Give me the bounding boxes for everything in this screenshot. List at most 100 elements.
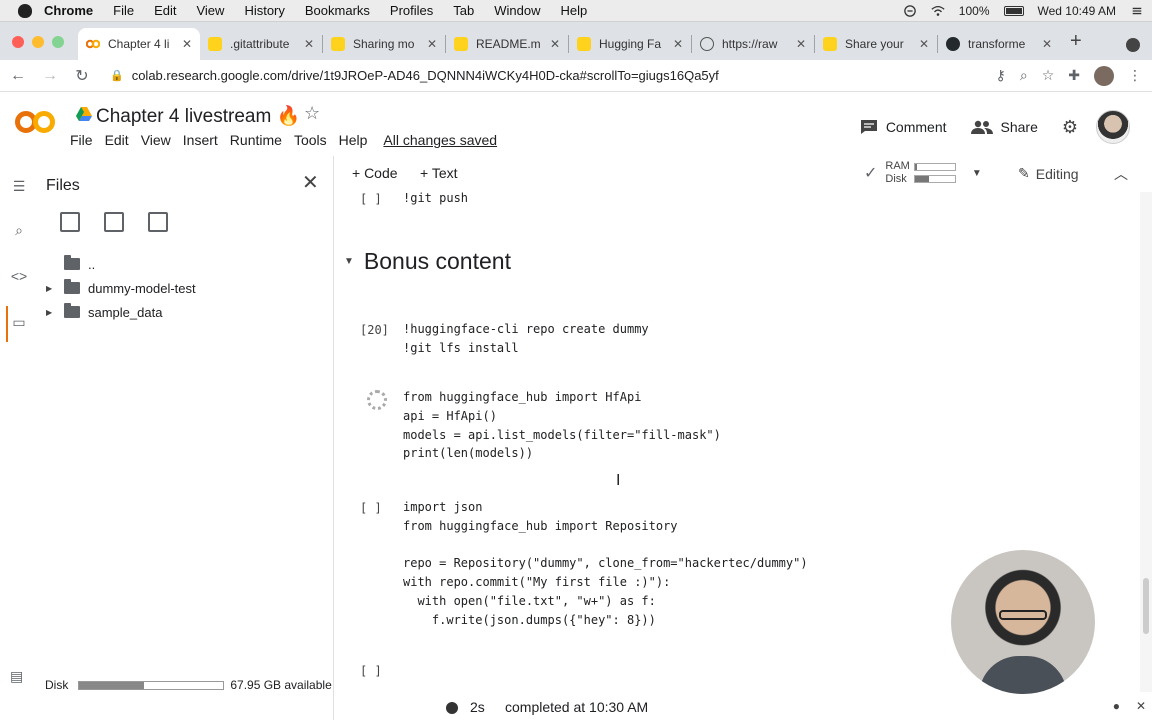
tree-item-parent[interactable]: .. bbox=[46, 252, 196, 276]
menu-edit[interactable]: Edit bbox=[105, 132, 129, 148]
cell-prompt[interactable]: [ ] bbox=[360, 192, 394, 206]
menu-runtime[interactable]: Runtime bbox=[230, 132, 282, 148]
lock-icon[interactable]: 🔒 bbox=[110, 69, 124, 82]
running-spinner-icon[interactable] bbox=[367, 390, 387, 410]
tab-raw-url[interactable]: https://raw ✕ bbox=[692, 28, 814, 60]
url-field[interactable]: colab.research.google.com/drive/1t9JROeP… bbox=[132, 68, 996, 83]
profile-avatar[interactable] bbox=[1094, 65, 1114, 86]
key-icon[interactable]: ⚷ bbox=[996, 67, 1006, 84]
tab-sharing-models[interactable]: Sharing mo ✕ bbox=[323, 28, 445, 60]
toc-icon[interactable]: ☰ bbox=[10, 178, 28, 195]
notebook-scrollbar[interactable] bbox=[1140, 192, 1152, 692]
refresh-folder-icon[interactable] bbox=[104, 212, 124, 232]
add-text-button[interactable]: + Text bbox=[420, 165, 458, 181]
cell-prompt[interactable]: [20] bbox=[360, 323, 394, 337]
menubar-item-bookmarks[interactable]: Bookmarks bbox=[305, 3, 370, 18]
section-header[interactable]: ▼ Bonus content bbox=[344, 248, 511, 275]
zoom-window-button[interactable] bbox=[52, 36, 64, 48]
menubar-item-edit[interactable]: Edit bbox=[154, 3, 176, 18]
menubar-item-tab[interactable]: Tab bbox=[453, 3, 474, 18]
battery-icon[interactable] bbox=[1003, 6, 1024, 16]
bookmark-star-icon[interactable]: ☆ bbox=[1042, 67, 1055, 84]
close-icon[interactable]: ✕ bbox=[302, 170, 319, 195]
menu-insert[interactable]: Insert bbox=[183, 132, 218, 148]
comment-button[interactable]: Comment bbox=[860, 119, 947, 135]
add-code-button[interactable]: + Code bbox=[352, 165, 398, 181]
chevron-up-icon[interactable]: ︿ bbox=[1114, 164, 1128, 184]
tab-gitattributes[interactable]: .gitattribute ✕ bbox=[200, 28, 322, 60]
close-icon[interactable]: ✕ bbox=[796, 37, 806, 51]
menubar-app[interactable]: Chrome bbox=[44, 3, 93, 18]
tab-search-icon[interactable] bbox=[1126, 38, 1140, 52]
execution-status[interactable]: completed at 10:30 AM bbox=[505, 699, 648, 715]
close-icon[interactable]: ✕ bbox=[919, 37, 929, 51]
menubar-item-help[interactable]: Help bbox=[561, 3, 588, 18]
cell-prompt[interactable]: [ ] bbox=[360, 664, 394, 678]
terminal-icon[interactable]: ▤ bbox=[10, 668, 23, 685]
menu-view[interactable]: View bbox=[141, 132, 171, 148]
menubar-item-window[interactable]: Window bbox=[494, 3, 540, 18]
notebook-title[interactable]: Chapter 4 livestream 🔥 bbox=[96, 104, 300, 128]
chevron-down-icon[interactable]: ▼ bbox=[972, 168, 982, 179]
star-icon[interactable]: ☆ bbox=[304, 103, 320, 124]
tab-hugging-face[interactable]: Hugging Fa ✕ bbox=[569, 28, 691, 60]
tab-share-your[interactable]: Share your ✕ bbox=[815, 28, 937, 60]
browser-menu-icon[interactable]: ⋮ bbox=[1128, 67, 1142, 84]
minimize-window-button[interactable] bbox=[32, 36, 44, 48]
save-status-link[interactable]: All changes saved bbox=[383, 132, 497, 148]
wifi-icon[interactable] bbox=[931, 5, 945, 17]
extensions-icon[interactable]: ✚ bbox=[1068, 67, 1080, 84]
close-icon[interactable]: ✕ bbox=[550, 37, 560, 51]
menubar-item-view[interactable]: View bbox=[196, 3, 224, 18]
mount-drive-icon[interactable] bbox=[148, 212, 168, 232]
close-icon[interactable]: ✕ bbox=[427, 37, 437, 51]
gear-icon[interactable]: ⚙ bbox=[1062, 117, 1078, 138]
google-drive-icon[interactable] bbox=[76, 107, 92, 121]
folder-icon[interactable]: ▭ bbox=[10, 314, 28, 331]
control-center-icon[interactable] bbox=[1130, 5, 1144, 17]
search-icon[interactable]: ⌕ bbox=[10, 222, 28, 239]
account-avatar[interactable] bbox=[1096, 110, 1130, 144]
editing-mode-button[interactable]: ✎ Editing bbox=[1018, 165, 1079, 182]
close-icon[interactable]: ✕ bbox=[1136, 699, 1146, 713]
tree-item-sample-data[interactable]: ▶ sample_data bbox=[46, 300, 196, 324]
cell-code[interactable]: !huggingface-cli repo create dummy !git … bbox=[403, 320, 649, 358]
menu-help[interactable]: Help bbox=[339, 132, 368, 148]
tab-chapter-4[interactable]: Chapter 4 li ✕ bbox=[78, 28, 200, 60]
menu-file[interactable]: File bbox=[70, 132, 93, 148]
reload-button[interactable]: ↻ bbox=[68, 66, 96, 86]
menubar-item-profiles[interactable]: Profiles bbox=[390, 3, 433, 18]
cell-code[interactable]: !git push bbox=[403, 192, 468, 208]
zoom-icon[interactable]: ⌕ bbox=[1020, 67, 1028, 84]
menu-tools[interactable]: Tools bbox=[294, 132, 327, 148]
menubar-item-history[interactable]: History bbox=[244, 3, 284, 18]
chevron-right-icon[interactable]: ▶ bbox=[46, 284, 56, 293]
cell-code[interactable]: import json from huggingface_hub import … bbox=[403, 498, 808, 630]
code-snippets-icon[interactable]: <> bbox=[10, 268, 28, 284]
clock[interactable]: Wed 10:49 AM bbox=[1038, 4, 1117, 18]
menubar-item-file[interactable]: File bbox=[113, 3, 134, 18]
collapse-triangle-icon[interactable]: ▼ bbox=[344, 256, 354, 267]
sync-icon[interactable] bbox=[903, 5, 917, 17]
cell-code[interactable]: from huggingface_hub import HfApi api = … bbox=[403, 388, 721, 463]
tab-readme[interactable]: README.m ✕ bbox=[446, 28, 568, 60]
tab-transformers[interactable]: transforme ✕ bbox=[938, 28, 1060, 60]
chevron-right-icon[interactable]: ▶ bbox=[46, 308, 56, 317]
close-icon[interactable]: ✕ bbox=[673, 37, 683, 51]
close-icon[interactable]: ✕ bbox=[304, 37, 314, 51]
new-tab-button[interactable]: + bbox=[1070, 30, 1082, 53]
apple-icon[interactable] bbox=[18, 3, 32, 18]
resources-indicator[interactable]: ✓ RAM Disk ▼ bbox=[864, 160, 982, 186]
colab-logo-icon[interactable] bbox=[14, 110, 56, 134]
tree-item-dummy-model-test[interactable]: ▶ dummy-model-test bbox=[46, 276, 196, 300]
upload-icon[interactable] bbox=[60, 212, 80, 232]
scrollbar-thumb[interactable] bbox=[1143, 578, 1149, 634]
back-button[interactable]: ← bbox=[4, 67, 32, 85]
cell-prompt[interactable]: [ ] bbox=[360, 501, 394, 515]
close-icon[interactable]: ✕ bbox=[182, 37, 192, 51]
share-button[interactable]: Share bbox=[970, 119, 1038, 135]
close-window-button[interactable] bbox=[12, 36, 24, 48]
close-icon[interactable]: ✕ bbox=[1042, 37, 1052, 51]
forward-button[interactable]: → bbox=[36, 67, 64, 85]
status-indicator-icon[interactable]: ● bbox=[1113, 699, 1120, 713]
